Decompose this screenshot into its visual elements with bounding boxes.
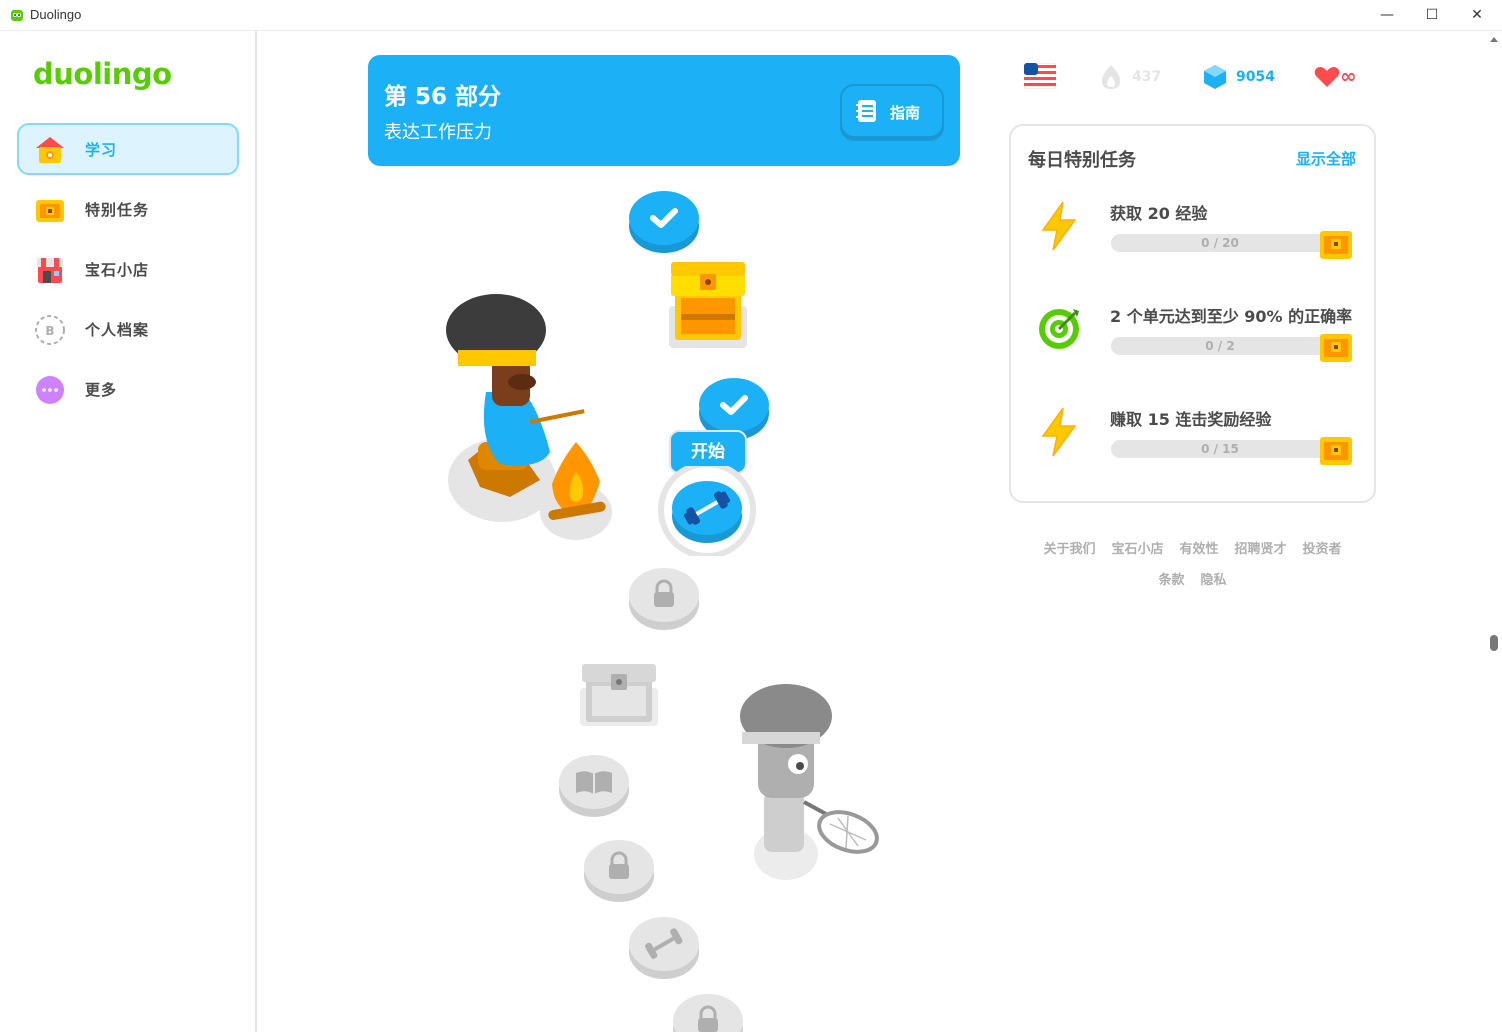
- guidebook-icon: [856, 100, 876, 122]
- quest-reward-chest-icon: [1320, 334, 1352, 362]
- unit-subtitle: 表达工作压力: [384, 122, 492, 143]
- profile-avatar-icon: B: [35, 315, 65, 345]
- guidebook-button[interactable]: 指南: [840, 84, 944, 138]
- duolingo-logo[interactable]: duolingo: [33, 57, 172, 91]
- sidebar-item-shop[interactable]: 宝石小店: [17, 243, 239, 295]
- character-campfire-illustration: [446, 294, 612, 540]
- treasure-chest-open[interactable]: [667, 258, 749, 350]
- minimize-button[interactable]: —: [1364, 0, 1410, 30]
- close-button[interactable]: ✕: [1454, 0, 1500, 30]
- heart-icon[interactable]: [1314, 65, 1340, 89]
- sidebar-item-label: 更多: [85, 381, 118, 399]
- footer-links: 关于我们 宝石小店 有效性 招聘贤才 投资者 条款 隐私: [1009, 538, 1376, 600]
- footer-link-terms[interactable]: 条款: [1158, 569, 1184, 588]
- character-locked-illustration: [740, 684, 879, 880]
- scrollbar-thumb[interactable]: [1490, 635, 1498, 651]
- sidebar-item-learn[interactable]: 学习: [17, 123, 239, 175]
- quest-reward-chest-icon: [1320, 231, 1352, 259]
- quest-progress-bar: 0 / 2: [1111, 337, 1329, 355]
- gem-count: 9054: [1236, 69, 1275, 85]
- quest-reward-chest-icon: [1320, 437, 1352, 465]
- quest-item: 2 个单元达到至少 90% 的正确率 0 / 2: [1011, 303, 1374, 393]
- footer-link-efficacy[interactable]: 有效性: [1179, 538, 1218, 557]
- unit-title: 第 56 部分: [384, 84, 502, 110]
- sidebar-item-quests[interactable]: 特别任务: [17, 183, 239, 235]
- quest-progress-bar: 0 / 20: [1111, 234, 1329, 252]
- footer-link-privacy[interactable]: 隐私: [1201, 569, 1227, 588]
- quest-progress-bar: 0 / 15: [1111, 440, 1329, 458]
- daily-quests-title: 每日特别任务: [1028, 150, 1136, 171]
- shop-icon: [37, 258, 63, 283]
- treasure-chest-locked: [580, 664, 658, 726]
- lesson-node-completed[interactable]: [628, 189, 700, 255]
- footer-link-careers[interactable]: 招聘贤才: [1235, 538, 1287, 557]
- hearts-count: ∞: [1340, 64, 1357, 88]
- sidebar-item-profile[interactable]: B 个人档案: [17, 303, 239, 355]
- scroll-up-arrow-icon[interactable]: [1489, 35, 1499, 43]
- lesson-node-locked: [629, 568, 699, 630]
- sidebar: duolingo 学习 特别任务 宝石小店 B 个人档案 更多: [0, 31, 257, 1032]
- window-titlebar: Duolingo — ☐ ✕: [0, 0, 1502, 31]
- quest-progress-text: 0 / 2: [1205, 339, 1235, 353]
- maximize-button[interactable]: ☐: [1409, 0, 1455, 30]
- target-icon: [1039, 309, 1079, 349]
- quest-title: 获取 20 经验: [1110, 204, 1208, 223]
- view-all-link[interactable]: 显示全部: [1296, 148, 1356, 169]
- lesson-node-locked: [673, 994, 743, 1032]
- quest-progress-text: 0 / 15: [1201, 442, 1239, 456]
- footer-link-about[interactable]: 关于我们: [1043, 538, 1095, 557]
- lesson-node-locked: [584, 840, 654, 902]
- daily-quests-card: 每日特别任务 显示全部 获取 20 经验 0 / 20 2 个单元达到至少 90…: [1009, 124, 1376, 503]
- quest-title: 赚取 15 连击奖励经验: [1110, 410, 1272, 429]
- us-flag-icon[interactable]: [1024, 63, 1056, 89]
- window-title: Duolingo: [30, 7, 82, 22]
- lesson-node-locked: [559, 755, 629, 817]
- sidebar-item-label: 特别任务: [85, 201, 150, 219]
- page-scrollbar[interactable]: [1488, 31, 1498, 1032]
- sidebar-item-more[interactable]: 更多: [17, 363, 239, 415]
- duolingo-app-icon: [11, 10, 23, 21]
- lightning-icon: [1041, 407, 1077, 457]
- lesson-node-locked: [629, 917, 699, 979]
- footer-link-shop[interactable]: 宝石小店: [1111, 538, 1163, 557]
- unit-banner: 第 56 部分 表达工作压力 指南: [368, 55, 960, 166]
- footer-link-investors[interactable]: 投资者: [1303, 538, 1342, 557]
- guidebook-label: 指南: [890, 104, 921, 122]
- sidebar-item-label: 宝石小店: [85, 261, 150, 279]
- lightning-icon: [1041, 201, 1077, 251]
- streak-count: 437: [1132, 69, 1162, 85]
- more-icon: [36, 376, 64, 404]
- svg-text:B: B: [45, 324, 54, 338]
- quest-item: 赚取 15 连击奖励经验 0 / 15: [1011, 406, 1374, 496]
- quests-chest-icon: [36, 200, 64, 222]
- gem-icon[interactable]: [1203, 64, 1227, 90]
- streak-flame-icon[interactable]: [1100, 64, 1122, 90]
- quest-progress-text: 0 / 20: [1201, 236, 1239, 250]
- book-icon: [576, 771, 612, 794]
- home-icon: [36, 137, 64, 163]
- quest-item: 获取 20 经验 0 / 20: [1011, 200, 1374, 290]
- lesson-node-current[interactable]: [657, 466, 757, 556]
- sidebar-item-label: 个人档案: [85, 321, 150, 339]
- quest-title: 2 个单元达到至少 90% 的正确率: [1110, 307, 1353, 326]
- sidebar-item-label: 学习: [85, 141, 118, 159]
